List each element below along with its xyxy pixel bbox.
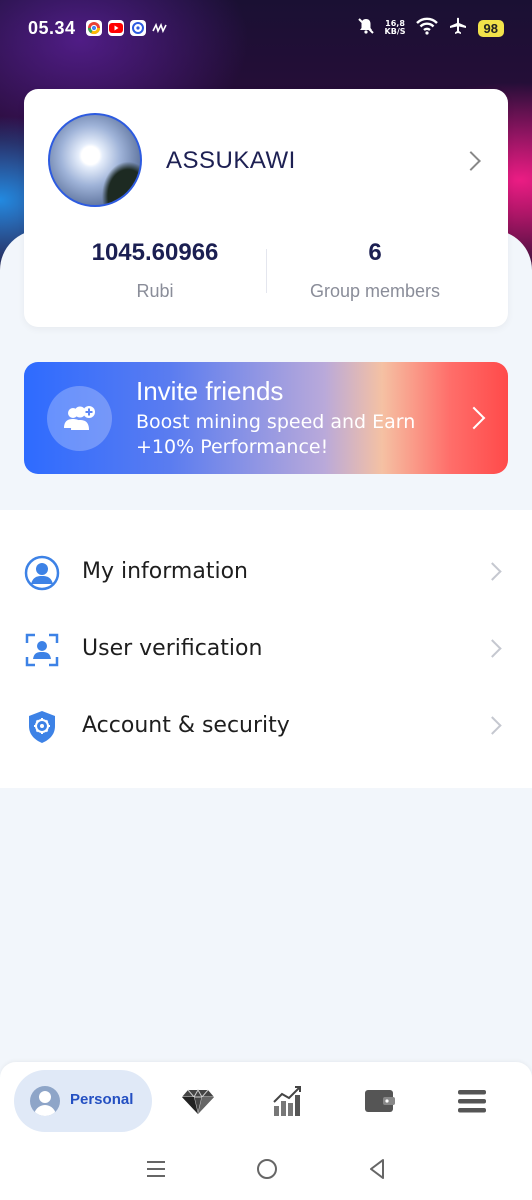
menu-item-user-verification[interactable]: User verification <box>0 614 532 684</box>
settings-menu: My information User verification Account… <box>0 510 532 788</box>
personal-icon <box>30 1086 60 1116</box>
diamond-icon[interactable] <box>180 1084 216 1118</box>
chevron-right-icon <box>483 639 502 658</box>
mute-bell-icon <box>357 17 375 39</box>
youtube-icon <box>107 20 124 36</box>
stat-group-members: 6 Group members <box>254 239 496 302</box>
stat-rubi: 1045.60966 Rubi <box>34 239 276 302</box>
back-icon[interactable] <box>366 1157 388 1185</box>
chevron-right-icon <box>483 716 502 735</box>
menu-label: Account & security <box>82 713 290 738</box>
username: ASSUKAWI <box>166 147 296 174</box>
invite-title: Invite friends <box>136 376 284 406</box>
menu-item-account-security[interactable]: Account & security <box>0 691 532 761</box>
wifi-icon <box>415 17 438 39</box>
user-circle-icon <box>24 555 60 591</box>
home-icon[interactable] <box>255 1157 279 1185</box>
bottom-nav: Personal <box>0 1062 532 1142</box>
status-time: 05.34 <box>28 17 76 38</box>
rubi-value: 1045.60966 <box>91 239 219 266</box>
menu-icon[interactable] <box>455 1084 491 1118</box>
status-right: 16,8 KB/S 98 <box>357 17 504 39</box>
network-speed: 16,8 KB/S <box>385 20 406 36</box>
notification-icons <box>85 20 168 36</box>
chevron-right-icon <box>483 562 502 581</box>
network-speed-unit: KB/S <box>384 27 406 36</box>
chevron-right-icon[interactable] <box>461 151 481 171</box>
rubi-label: Rubi <box>136 281 174 301</box>
profile-card[interactable]: ASSUKAWI 1045.60966 Rubi 6 Group members <box>24 89 508 327</box>
wallet-icon[interactable] <box>363 1084 399 1118</box>
invite-subtitle: Boost mining speed and Earn +10% Perform… <box>136 411 416 458</box>
tab-personal-label: Personal <box>70 1091 134 1108</box>
airplane-icon <box>448 17 468 39</box>
menu-label: My information <box>82 559 248 584</box>
app-notification-icon <box>129 20 146 36</box>
status-bar: 05.34 16,8 KB/S 98 <box>0 0 532 56</box>
add-user-icon <box>47 386 112 451</box>
chart-icon[interactable] <box>272 1084 308 1118</box>
tab-personal[interactable]: Personal <box>14 1070 152 1132</box>
menu-item-my-information[interactable]: My information <box>0 537 532 607</box>
group-members-label: Group members <box>309 281 441 301</box>
face-scan-icon <box>24 632 60 668</box>
chevron-right-icon <box>462 406 486 430</box>
recents-icon[interactable] <box>144 1158 168 1184</box>
system-nav-bar <box>0 1142 532 1200</box>
menu-label: User verification <box>82 636 263 661</box>
invite-friends-banner[interactable]: Invite friends Boost mining speed and Ea… <box>24 362 508 474</box>
avatar[interactable] <box>48 113 142 207</box>
battery-indicator: 98 <box>477 19 504 37</box>
chrome-icon <box>85 20 102 36</box>
activity-icon <box>151 20 168 36</box>
shield-gear-icon <box>24 709 60 745</box>
group-members-value: 6 <box>368 239 382 266</box>
